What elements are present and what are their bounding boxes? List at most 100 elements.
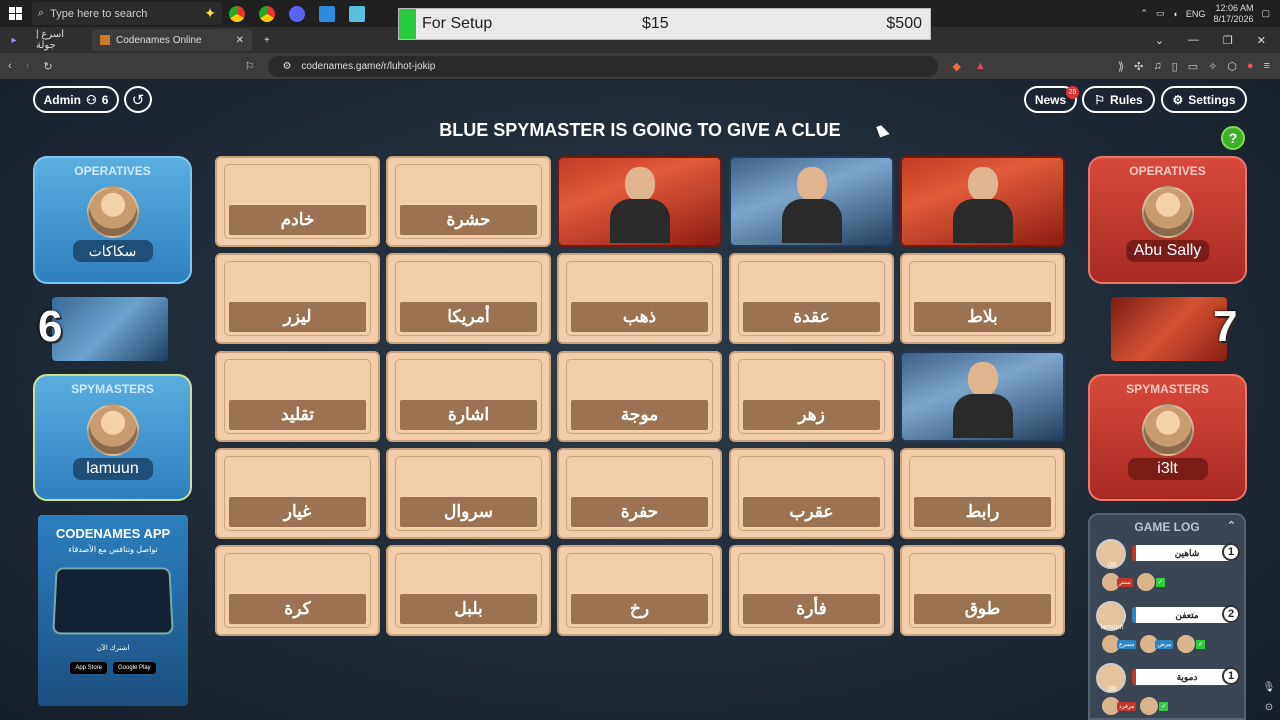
word-card[interactable]: رابط bbox=[900, 448, 1065, 539]
word-card[interactable]: موجة bbox=[557, 351, 722, 442]
word-card[interactable]: أمريكا bbox=[386, 253, 551, 344]
log-guess: مرفرد bbox=[1102, 697, 1137, 715]
red-spymaster-avatar bbox=[1141, 404, 1194, 456]
codenames-app-ad[interactable]: CODENAMES APP تواصل وتنافس مع الأصدقاء ا… bbox=[38, 515, 188, 706]
leo-icon[interactable]: ✧ bbox=[1208, 60, 1217, 73]
blue-spymasters-panel[interactable]: SPYMASTERS lamuun bbox=[33, 374, 192, 501]
overlay-right-value: $500 bbox=[886, 15, 922, 32]
discord-app-icon[interactable] bbox=[282, 0, 312, 27]
brave-rewards-icon[interactable]: ▲ bbox=[975, 60, 986, 72]
blue-spymaster-avatar bbox=[86, 404, 139, 456]
chevron-up-icon[interactable]: ⌃ bbox=[1227, 519, 1236, 532]
profile-icon[interactable]: ● bbox=[1247, 60, 1254, 73]
menu-icon[interactable]: ≡ bbox=[1264, 60, 1270, 73]
red-agent-card[interactable] bbox=[900, 156, 1065, 247]
word-card[interactable]: ذهب bbox=[557, 253, 722, 344]
gear-icon: ⚙ bbox=[1172, 92, 1184, 107]
tab-other[interactable]: اسرع | جولة bbox=[28, 29, 92, 51]
admin-button[interactable]: Admin ⚇ 6 bbox=[33, 86, 119, 113]
news-badge: 25 bbox=[1066, 86, 1079, 99]
url-text: codenames.game/r/luhot-jokip bbox=[301, 60, 436, 72]
word-card[interactable]: عقدة bbox=[729, 253, 894, 344]
sidebar-icon[interactable]: ▯ bbox=[1172, 60, 1178, 73]
word-card[interactable]: سروال bbox=[386, 448, 551, 539]
wallet-icon[interactable]: ▭ bbox=[1188, 60, 1198, 73]
notifications-icon[interactable]: ▢ bbox=[1261, 8, 1270, 19]
codenames-game: Admin ⚇ 6 ↺ News 25 ⚐ Rules ⚙ Settings B… bbox=[0, 80, 1280, 720]
card-word: عقدة bbox=[743, 302, 880, 332]
red-score-card bbox=[1111, 297, 1227, 361]
word-card[interactable]: عقرب bbox=[729, 448, 894, 539]
word-card[interactable]: خادم bbox=[215, 156, 380, 247]
chrome-app-icon[interactable] bbox=[222, 0, 252, 27]
music-icon[interactable]: ♫ bbox=[1153, 60, 1161, 73]
log-guess: سنتر bbox=[1102, 573, 1133, 591]
browser-toolbar: ‹ › ↻ ⚐ ⚙ codenames.game/r/luhot-jokip ◆… bbox=[0, 53, 1280, 80]
word-card[interactable]: زهر bbox=[729, 351, 894, 442]
site-info-icon[interactable]: ⚙ bbox=[282, 61, 291, 72]
check-icon: ✓ bbox=[1196, 639, 1206, 649]
close-window-icon[interactable]: ✕ bbox=[1257, 34, 1266, 47]
language-indicator[interactable]: ENG bbox=[1186, 9, 1206, 19]
brave-shield-icon[interactable]: ◆ bbox=[952, 60, 960, 73]
game-log[interactable]: GAME LOG ⌃ i3lt شاهين 1 سنتر ✓ lamuun متعفن 2 مس… bbox=[1088, 513, 1246, 720]
clock[interactable]: 12:06 AM 8/17/2026 bbox=[1213, 3, 1253, 25]
help-button[interactable]: ? bbox=[1221, 126, 1245, 150]
taskbar-search[interactable]: ⌕ Type here to search ✦ bbox=[32, 2, 222, 25]
chrome-app-icon-2[interactable] bbox=[252, 0, 282, 27]
tab-codenames[interactable]: Codenames Online ✕ bbox=[92, 29, 252, 51]
word-card[interactable]: حشرة bbox=[386, 156, 551, 247]
card-word: بلبل bbox=[400, 594, 537, 624]
browser-menu-icon[interactable]: ▸ bbox=[0, 35, 28, 46]
back-icon[interactable]: ‹ bbox=[8, 60, 12, 72]
red-operatives-panel[interactable]: OPERATIVES Abu Sally bbox=[1088, 156, 1247, 284]
bookmark-icon[interactable]: ⚐ bbox=[245, 60, 255, 73]
blue-agent-card[interactable] bbox=[729, 156, 894, 247]
chevron-up-icon[interactable]: ⌃ bbox=[1140, 8, 1148, 19]
card-word: خادم bbox=[229, 205, 366, 235]
word-card[interactable]: رخ bbox=[557, 545, 722, 636]
red-agent-card[interactable] bbox=[557, 156, 722, 247]
word-card[interactable]: بلاط bbox=[900, 253, 1065, 344]
puzzle-icon[interactable]: ✣ bbox=[1134, 60, 1143, 73]
extension-icon[interactable]: ⟫ bbox=[1118, 60, 1124, 73]
log-player-name: lamuun bbox=[1100, 624, 1124, 631]
card-grid: خادم حشرة ليزر أمريكا ذهب عقدة بلاط تقليد اشارة م… bbox=[215, 156, 1066, 638]
new-tab-icon[interactable]: + bbox=[264, 35, 270, 46]
blue-agent-card[interactable] bbox=[900, 351, 1065, 442]
microphone-icon[interactable]: 🎙 bbox=[1262, 682, 1276, 696]
phone-image bbox=[52, 567, 174, 635]
word-card[interactable]: فأرة bbox=[729, 545, 894, 636]
word-card[interactable]: ليزر bbox=[215, 253, 380, 344]
forward-icon[interactable]: › bbox=[26, 60, 30, 72]
network-icon[interactable]: ▭ bbox=[1156, 8, 1165, 19]
tab-label: Codenames Online bbox=[116, 34, 202, 46]
word-card[interactable]: غيار bbox=[215, 448, 380, 539]
vpn-icon[interactable]: ⬡ bbox=[1227, 60, 1237, 73]
reset-icon[interactable]: ↺ bbox=[124, 86, 152, 113]
word-card[interactable]: تقليد bbox=[215, 351, 380, 442]
app-store-badge[interactable]: App Store bbox=[70, 662, 107, 674]
reload-icon[interactable]: ↻ bbox=[43, 60, 52, 73]
maximize-icon[interactable]: ❐ bbox=[1223, 34, 1233, 47]
word-card[interactable]: اشارة bbox=[386, 351, 551, 442]
settings-button[interactable]: ⚙ Settings bbox=[1161, 86, 1247, 113]
red-spymasters-panel[interactable]: SPYMASTERS i3lt bbox=[1088, 374, 1247, 501]
word-card[interactable]: حفرة bbox=[557, 448, 722, 539]
app-icon[interactable] bbox=[312, 0, 342, 27]
minimize-icon[interactable]: — bbox=[1188, 34, 1199, 47]
blue-operatives-panel[interactable]: OPERATIVES سكاكات bbox=[33, 156, 192, 284]
windows-start-button[interactable] bbox=[0, 0, 30, 27]
rules-button[interactable]: ⚐ Rules bbox=[1082, 86, 1155, 113]
word-card[interactable]: بلبل bbox=[386, 545, 551, 636]
word-card[interactable]: طوق bbox=[900, 545, 1065, 636]
app-icon-2[interactable] bbox=[342, 0, 372, 27]
close-tab-icon[interactable]: ✕ bbox=[236, 35, 244, 46]
google-play-badge[interactable]: Google Play bbox=[113, 662, 156, 674]
card-word: ذهب bbox=[571, 302, 708, 332]
volume-icon[interactable]: ◖ bbox=[1172, 9, 1177, 19]
tab-list-icon[interactable]: ⌄ bbox=[1155, 34, 1164, 47]
word-card[interactable]: كرة bbox=[215, 545, 380, 636]
address-bar[interactable]: ⚙ codenames.game/r/luhot-jokip bbox=[268, 55, 939, 77]
settings-small-icon[interactable]: ⊙ bbox=[1262, 702, 1276, 716]
